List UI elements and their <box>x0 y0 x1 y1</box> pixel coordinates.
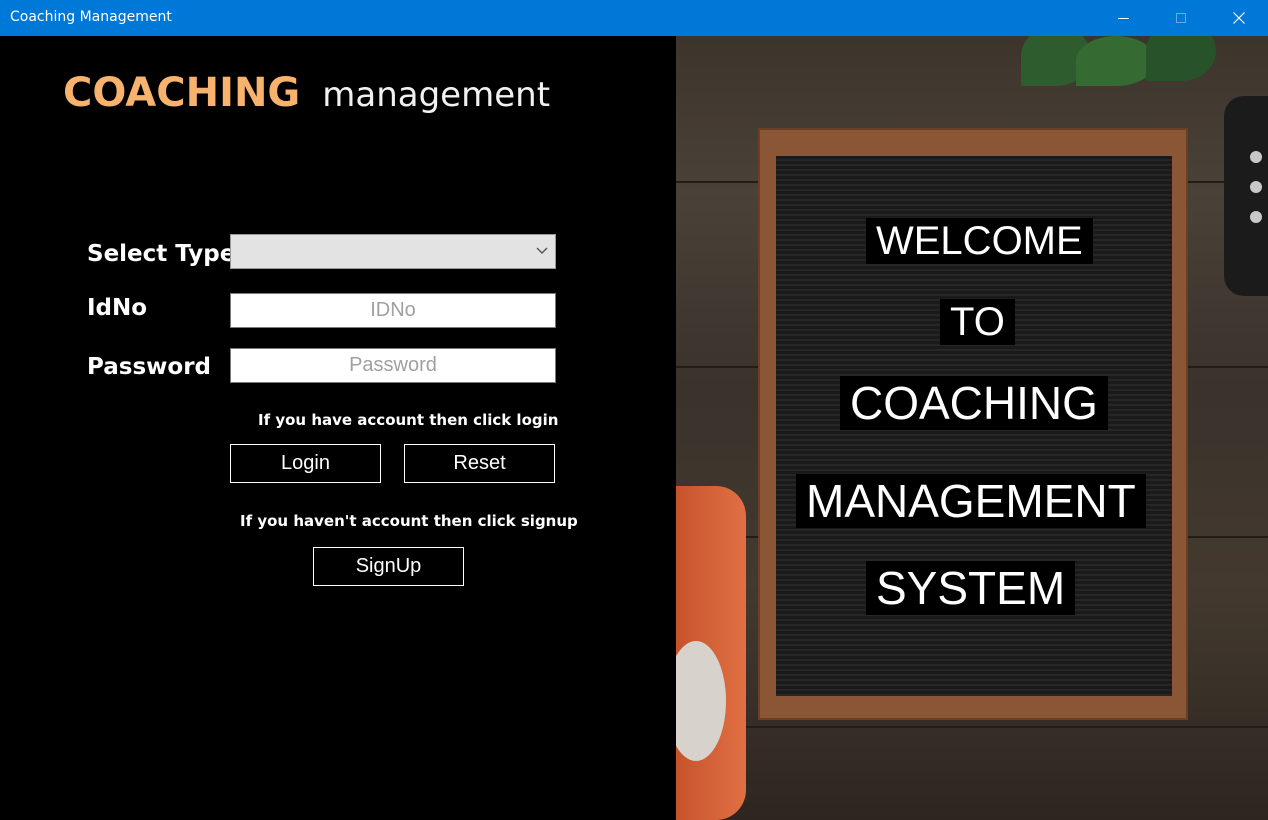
close-icon <box>1233 12 1245 24</box>
select-type-dropdown[interactable] <box>230 234 556 269</box>
signup-hint: If you haven't account then click signup <box>240 512 578 530</box>
reset-button[interactable]: Reset <box>404 444 555 483</box>
signup-button[interactable]: SignUp <box>313 547 464 586</box>
idno-input[interactable]: IDNo <box>230 293 556 328</box>
password-input[interactable]: Password <box>230 348 556 383</box>
device-knob <box>1250 181 1262 193</box>
login-hint: If you have account then click login <box>258 411 559 429</box>
password-label: Password <box>87 354 211 380</box>
close-button[interactable] <box>1210 0 1268 36</box>
board-line-3: COACHING <box>840 376 1108 430</box>
wood-plank-line <box>676 726 1268 728</box>
select-type-label: Select Type <box>87 241 236 267</box>
board-line-4: MANAGEMENT <box>796 474 1146 528</box>
plant-leaf <box>1146 36 1216 81</box>
title-bar: Coaching Management <box>0 0 1268 36</box>
board-line-1: WELCOME <box>866 218 1093 264</box>
welcome-image: WELCOME TO COACHING MANAGEMENT SYSTEM <box>676 36 1268 820</box>
app-logo: COACHING management <box>63 70 550 116</box>
login-panel: COACHING management Select Type IdNo IDNo… <box>0 36 676 820</box>
brand-primary: COACHING <box>63 70 301 116</box>
board-line-2: TO <box>940 299 1015 345</box>
plant-leaf <box>1076 36 1156 86</box>
device-knob <box>1250 151 1262 163</box>
minimize-icon <box>1117 17 1129 19</box>
device-object <box>1224 96 1268 296</box>
board-line-5: SYSTEM <box>866 561 1076 615</box>
maximize-button[interactable] <box>1152 0 1210 36</box>
device-knob <box>1250 211 1262 223</box>
chevron-down-icon <box>536 247 548 254</box>
window-title: Coaching Management <box>10 9 172 25</box>
login-button[interactable]: Login <box>230 444 381 483</box>
maximize-icon <box>1176 13 1186 23</box>
minimize-button[interactable] <box>1094 0 1152 36</box>
brand-secondary: management <box>322 75 551 115</box>
idno-label: IdNo <box>87 295 148 321</box>
